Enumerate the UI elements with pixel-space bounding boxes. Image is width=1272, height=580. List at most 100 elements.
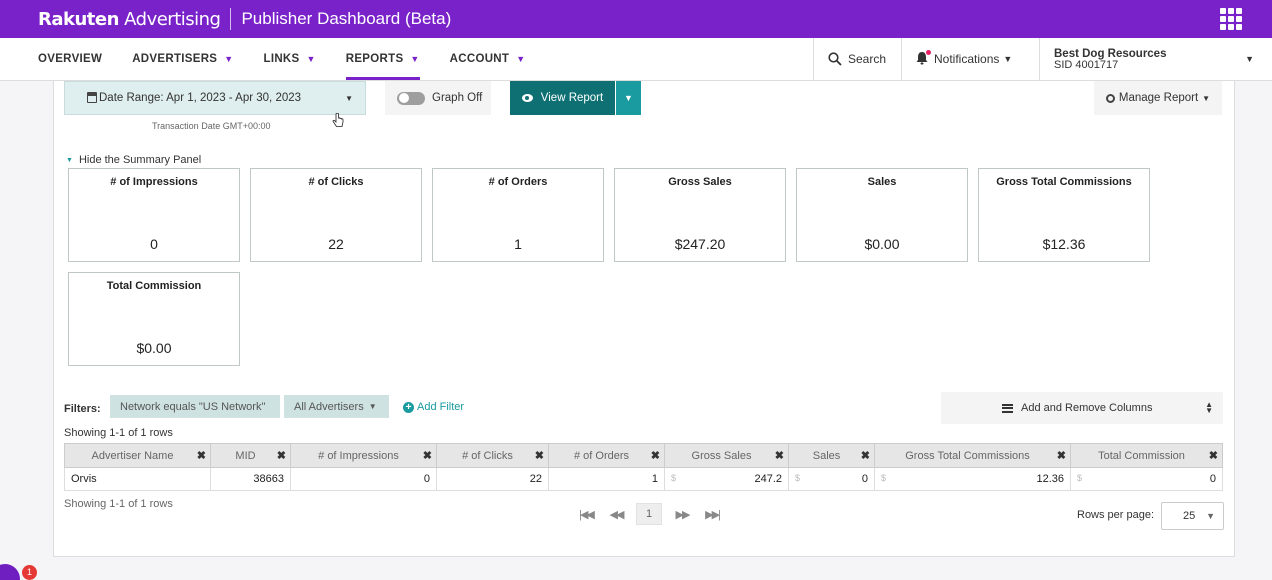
add-filter-label: Add Filter — [417, 401, 465, 413]
column-header[interactable]: Advertiser Name ✖ — [64, 443, 211, 468]
stat-value: $0.00 — [136, 340, 172, 356]
column-header[interactable]: MID ✖ — [210, 443, 291, 468]
caret-down-icon: ▼ — [1202, 93, 1211, 103]
first-page-icon[interactable]: |◀◀ — [571, 508, 601, 521]
table-cell: $0 — [788, 467, 875, 491]
account-name: Best Dog Resources — [1054, 47, 1167, 60]
add-remove-columns-button[interactable]: Add and Remove Columns ▲ ▼ — [941, 392, 1223, 424]
rows-per-page-value: 25 — [1183, 510, 1196, 522]
search-button[interactable]: Search — [813, 38, 901, 80]
filter-chip-advertisers[interactable]: All Advertisers ▼ — [284, 395, 389, 418]
toggle-switch[interactable] — [397, 91, 425, 105]
stat-label: Sales — [867, 176, 897, 188]
nav-tab-account[interactable]: ACCOUNT ▼ — [450, 38, 526, 80]
table-header-row: Advertiser Name ✖ MID ✖ # of Impressions ✖ … — [64, 443, 1223, 468]
stat-card-gross-total-commissions: Gross Total Commissions $12.36 — [978, 168, 1150, 262]
help-count-badge: 1 — [22, 565, 37, 580]
hand-cursor-icon — [332, 113, 344, 127]
graph-toggle[interactable]: Graph Off — [385, 81, 491, 115]
view-report-button[interactable]: View Report — [510, 81, 615, 115]
remove-column-icon[interactable]: ✖ — [197, 449, 206, 462]
search-icon — [828, 52, 842, 66]
remove-column-icon[interactable]: ✖ — [1209, 449, 1218, 462]
remove-column-icon[interactable]: ✖ — [277, 449, 286, 462]
brand-divider — [230, 8, 232, 30]
table-cell: 1 — [548, 467, 665, 491]
pagination: |◀◀ ◀◀ 1 ▶▶ ▶▶| — [571, 503, 727, 525]
stat-card-total-commission: Total Commission $0.00 — [68, 272, 240, 366]
filter-chip-network[interactable]: Network equals "US Network" — [110, 395, 280, 418]
view-report-menu-button[interactable]: ▼ — [616, 81, 641, 115]
stat-card-orders: # of Orders 1 — [432, 168, 604, 262]
stat-label: Gross Sales — [668, 176, 732, 188]
apps-grid-icon[interactable] — [1220, 8, 1242, 30]
remove-column-icon[interactable]: ✖ — [1057, 449, 1066, 462]
column-header[interactable]: # of Impressions ✖ — [290, 443, 437, 468]
manage-report-button[interactable]: Manage Report ▼ — [1094, 81, 1222, 115]
column-header[interactable]: Gross Sales ✖ — [664, 443, 789, 468]
help-chat-button[interactable] — [0, 564, 20, 580]
column-header[interactable]: Gross Total Commissions ✖ — [874, 443, 1071, 468]
column-header[interactable]: Sales ✖ — [788, 443, 875, 468]
summary-toggle-label: Hide the Summary Panel — [78, 154, 202, 166]
table-cell: Orvis — [64, 467, 211, 491]
account-sid: SID 4001717 — [1054, 58, 1119, 71]
stat-card-clicks: # of Clicks 22 — [250, 168, 422, 262]
stat-label: # of Clicks — [308, 176, 364, 188]
chevron-down-icon: ▼ — [1245, 54, 1254, 64]
column-header[interactable]: # of Orders ✖ — [548, 443, 665, 468]
stat-value: 1 — [514, 236, 522, 252]
notifications-button[interactable]: Notifications ▼ — [901, 38, 1039, 80]
rakuten-logo[interactable]: Rakuten Advertising — [38, 9, 221, 30]
date-caption: Transaction Date GMT+00:00 — [152, 121, 271, 131]
report-panel: Date Range: Apr 1, 2023 - Apr 30, 2023 ▼… — [53, 81, 1235, 557]
stat-card-sales: Sales $0.00 — [796, 168, 968, 262]
remove-column-icon[interactable]: ✖ — [651, 449, 660, 462]
notification-dot — [926, 49, 931, 55]
account-switcher[interactable]: Best Dog Resources SID 4001717 ▼ — [1039, 38, 1272, 80]
rows-per-page-select[interactable]: 25 ▼ — [1161, 502, 1224, 530]
filter-chip-label: Network equals "US Network" — [120, 400, 266, 413]
nav-tab-label: OVERVIEW — [38, 53, 103, 65]
nav-tab-reports[interactable]: REPORTS ▼ — [345, 38, 420, 80]
date-range-picker[interactable]: Date Range: Apr 1, 2023 - Apr 30, 2023 ▼ — [64, 81, 366, 115]
nav-tab-advertisers[interactable]: ADVERTISERS ▼ — [132, 38, 233, 80]
last-page-icon[interactable]: ▶▶| — [697, 508, 727, 521]
remove-column-icon[interactable]: ✖ — [861, 449, 870, 462]
caret-down-icon: ▼ — [306, 54, 316, 64]
list-icon — [1002, 403, 1013, 413]
top-bar: Rakuten Advertising Publisher Dashboard … — [0, 0, 1272, 38]
nav-bar: OVERVIEW ADVERTISERS ▼ LINKS ▼ REPORTS ▼ ACCOUN… — [0, 38, 1272, 81]
previous-page-icon[interactable]: ◀◀ — [601, 508, 631, 521]
table-cell: 22 — [436, 467, 549, 491]
nav-tab-overview[interactable]: OVERVIEW — [38, 38, 102, 80]
stat-value: 22 — [328, 236, 344, 252]
stat-value: $247.20 — [674, 236, 726, 252]
add-filter-link[interactable]: + Add Filter — [403, 401, 464, 413]
remove-column-icon[interactable]: ✖ — [775, 449, 784, 462]
gear-icon — [1105, 93, 1115, 103]
table-cell: $12.36 — [874, 467, 1071, 491]
view-report-label: View Report — [540, 92, 604, 104]
stat-card-impressions: # of Impressions 0 — [68, 168, 240, 262]
chevron-down-icon: ▼ — [1003, 54, 1013, 64]
column-header[interactable]: # of Clicks ✖ — [436, 443, 549, 468]
eye-icon — [521, 94, 533, 102]
remove-column-icon[interactable]: ✖ — [535, 449, 544, 462]
stat-label: # of Impressions — [110, 176, 198, 188]
current-page[interactable]: 1 — [636, 503, 662, 525]
remove-column-icon[interactable]: ✖ — [423, 449, 432, 462]
next-page-icon[interactable]: ▶▶ — [667, 508, 697, 521]
currency-icon: $ — [795, 473, 801, 483]
column-header[interactable]: Total Commission ✖ — [1070, 443, 1223, 468]
table-cell: 38663 — [210, 467, 291, 491]
stat-value: $12.36 — [1042, 236, 1086, 252]
rows-count-bottom: Showing 1-1 of 1 rows — [64, 498, 173, 510]
nav-tabs: OVERVIEW ADVERTISERS ▼ LINKS ▼ REPORTS ▼ ACCOUN… — [38, 38, 555, 80]
caret-down-icon: ▼ — [345, 93, 353, 103]
rows-per-page-label: Rows per page: — [1077, 509, 1155, 521]
nav-tab-links[interactable]: LINKS ▼ — [264, 38, 316, 80]
summary-toggle[interactable]: ▼ Hide the Summary Panel — [66, 154, 201, 166]
filters-label: Filters: — [64, 403, 101, 415]
stat-label: Total Commission — [106, 280, 202, 292]
